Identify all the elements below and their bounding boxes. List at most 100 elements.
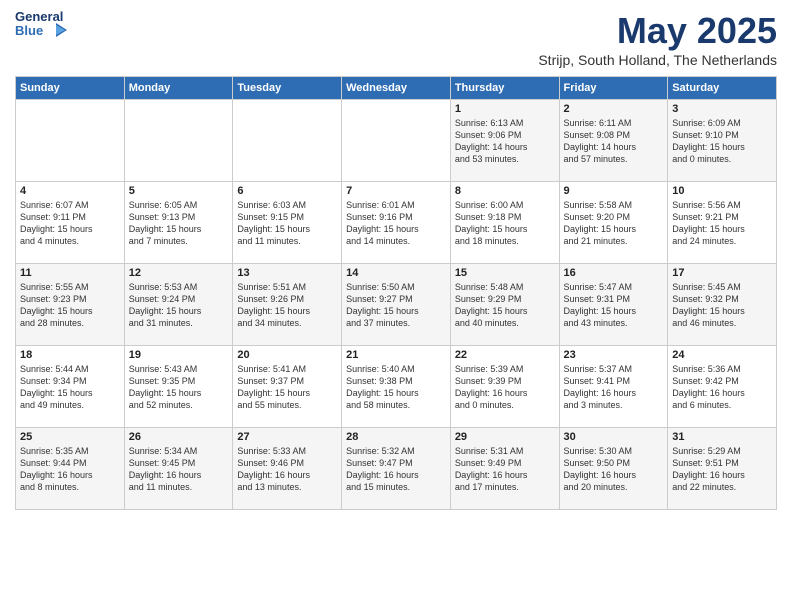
day-number: 11 <box>20 267 120 279</box>
day-info: Sunrise: 5:56 AM Sunset: 9:21 PM Dayligh… <box>672 199 772 248</box>
calendar-table: SundayMondayTuesdayWednesdayThursdayFrid… <box>15 76 777 510</box>
day-info: Sunrise: 5:51 AM Sunset: 9:26 PM Dayligh… <box>237 281 337 330</box>
day-info: Sunrise: 6:03 AM Sunset: 9:15 PM Dayligh… <box>237 199 337 248</box>
calendar-cell: 5Sunrise: 6:05 AM Sunset: 9:13 PM Daylig… <box>124 182 233 264</box>
day-info: Sunrise: 5:29 AM Sunset: 9:51 PM Dayligh… <box>672 445 772 494</box>
day-info: Sunrise: 5:34 AM Sunset: 9:45 PM Dayligh… <box>129 445 229 494</box>
calendar-cell: 2Sunrise: 6:11 AM Sunset: 9:08 PM Daylig… <box>559 100 668 182</box>
day-number: 28 <box>346 431 446 443</box>
location-label: Strijp, South Holland, The Netherlands <box>538 52 777 68</box>
day-number: 4 <box>20 185 120 197</box>
day-number: 18 <box>20 349 120 361</box>
day-info: Sunrise: 6:01 AM Sunset: 9:16 PM Dayligh… <box>346 199 446 248</box>
calendar-cell: 31Sunrise: 5:29 AM Sunset: 9:51 PM Dayli… <box>668 428 777 510</box>
calendar-week-row: 18Sunrise: 5:44 AM Sunset: 9:34 PM Dayli… <box>16 346 777 428</box>
calendar-cell: 14Sunrise: 5:50 AM Sunset: 9:27 PM Dayli… <box>342 264 451 346</box>
calendar-cell: 8 Sunrise: 6:00 AM Sunset: 9:18 PM Daylig… <box>450 182 559 264</box>
calendar-week-row: 11 Sunrise: 5:55 AM Sunset: 9:23 PM Dayli… <box>16 264 777 346</box>
calendar-cell: 22 Sunrise: 5:39 AM Sunset: 9:39 PM Dayli… <box>450 346 559 428</box>
calendar-cell: 29 Sunrise: 5:31 AM Sunset: 9:49 PM Dayli… <box>450 428 559 510</box>
day-number: 22 <box>455 349 555 361</box>
calendar-cell: 16 Sunrise: 5:47 AM Sunset: 9:31 PM Dayli… <box>559 264 668 346</box>
day-info: Sunrise: 5:53 AM Sunset: 9:24 PM Dayligh… <box>129 281 229 330</box>
day-info: Sunrise: 6:13 AM Sunset: 9:06 PM Dayligh… <box>455 117 555 166</box>
day-info: Sunrise: 6:09 AM Sunset: 9:10 PM Dayligh… <box>672 117 772 166</box>
day-number: 30 <box>564 431 664 443</box>
day-info: Sunrise: 5:41 AM Sunset: 9:37 PM Dayligh… <box>237 363 337 412</box>
calendar-cell: 4 Sunrise: 6:07 AM Sunset: 9:11 PM Daylig… <box>16 182 125 264</box>
header-day-saturday: Saturday <box>668 77 777 100</box>
logo-general-text: General <box>15 10 63 23</box>
day-number: 24 <box>672 349 772 361</box>
day-number: 10 <box>672 185 772 197</box>
calendar-week-row: 25 Sunrise: 5:35 AM Sunset: 9:44 PM Dayli… <box>16 428 777 510</box>
calendar-cell: 24 Sunrise: 5:36 AM Sunset: 9:42 PM Dayli… <box>668 346 777 428</box>
day-number: 23 <box>564 349 664 361</box>
day-info: Sunrise: 5:50 AM Sunset: 9:27 PM Dayligh… <box>346 281 446 330</box>
calendar-week-row: 4 Sunrise: 6:07 AM Sunset: 9:11 PM Daylig… <box>16 182 777 264</box>
day-number: 15 <box>455 267 555 279</box>
logo-flag-icon <box>45 23 67 37</box>
calendar-cell <box>233 100 342 182</box>
month-title: May 2025 <box>538 10 777 52</box>
calendar-cell: 18Sunrise: 5:44 AM Sunset: 9:34 PM Dayli… <box>16 346 125 428</box>
day-number: 25 <box>20 431 120 443</box>
day-info: Sunrise: 5:55 AM Sunset: 9:23 PM Dayligh… <box>20 281 120 330</box>
logo: General Blue <box>15 10 67 37</box>
day-info: Sunrise: 5:40 AM Sunset: 9:38 PM Dayligh… <box>346 363 446 412</box>
calendar-cell: 15 Sunrise: 5:48 AM Sunset: 9:29 PM Dayli… <box>450 264 559 346</box>
calendar-cell: 28Sunrise: 5:32 AM Sunset: 9:47 PM Dayli… <box>342 428 451 510</box>
day-info: Sunrise: 5:31 AM Sunset: 9:49 PM Dayligh… <box>455 445 555 494</box>
calendar-cell: 27 Sunrise: 5:33 AM Sunset: 9:46 PM Dayli… <box>233 428 342 510</box>
calendar-cell: 17 Sunrise: 5:45 AM Sunset: 9:32 PM Dayli… <box>668 264 777 346</box>
calendar-cell: 12 Sunrise: 5:53 AM Sunset: 9:24 PM Dayli… <box>124 264 233 346</box>
day-number: 8 <box>455 185 555 197</box>
day-number: 5 <box>129 185 229 197</box>
calendar-cell: 23 Sunrise: 5:37 AM Sunset: 9:41 PM Dayli… <box>559 346 668 428</box>
calendar-cell: 9 Sunrise: 5:58 AM Sunset: 9:20 PM Daylig… <box>559 182 668 264</box>
day-info: Sunrise: 6:00 AM Sunset: 9:18 PM Dayligh… <box>455 199 555 248</box>
day-number: 29 <box>455 431 555 443</box>
day-info: Sunrise: 5:36 AM Sunset: 9:42 PM Dayligh… <box>672 363 772 412</box>
day-number: 1 <box>455 103 555 115</box>
day-number: 19 <box>129 349 229 361</box>
day-info: Sunrise: 5:45 AM Sunset: 9:32 PM Dayligh… <box>672 281 772 330</box>
day-number: 17 <box>672 267 772 279</box>
calendar-cell <box>16 100 125 182</box>
day-number: 7 <box>346 185 446 197</box>
day-info: Sunrise: 5:47 AM Sunset: 9:31 PM Dayligh… <box>564 281 664 330</box>
day-number: 27 <box>237 431 337 443</box>
calendar-cell: 1 Sunrise: 6:13 AM Sunset: 9:06 PM Daylig… <box>450 100 559 182</box>
calendar-cell <box>124 100 233 182</box>
calendar-cell: 3 Sunrise: 6:09 AM Sunset: 9:10 PM Daylig… <box>668 100 777 182</box>
day-number: 9 <box>564 185 664 197</box>
calendar-header: SundayMondayTuesdayWednesdayThursdayFrid… <box>16 77 777 100</box>
calendar-cell: 13 Sunrise: 5:51 AM Sunset: 9:26 PM Dayli… <box>233 264 342 346</box>
calendar-cell: 19 Sunrise: 5:43 AM Sunset: 9:35 PM Dayli… <box>124 346 233 428</box>
header-day-wednesday: Wednesday <box>342 77 451 100</box>
calendar-cell: 20Sunrise: 5:41 AM Sunset: 9:37 PM Dayli… <box>233 346 342 428</box>
day-info: Sunrise: 6:07 AM Sunset: 9:11 PM Dayligh… <box>20 199 120 248</box>
day-number: 3 <box>672 103 772 115</box>
day-info: Sunrise: 5:33 AM Sunset: 9:46 PM Dayligh… <box>237 445 337 494</box>
header-day-sunday: Sunday <box>16 77 125 100</box>
day-info: Sunrise: 5:58 AM Sunset: 9:20 PM Dayligh… <box>564 199 664 248</box>
header-day-friday: Friday <box>559 77 668 100</box>
day-info: Sunrise: 5:37 AM Sunset: 9:41 PM Dayligh… <box>564 363 664 412</box>
calendar-cell: 26Sunrise: 5:34 AM Sunset: 9:45 PM Dayli… <box>124 428 233 510</box>
calendar-cell: 10 Sunrise: 5:56 AM Sunset: 9:21 PM Dayli… <box>668 182 777 264</box>
day-number: 13 <box>237 267 337 279</box>
day-info: Sunrise: 5:39 AM Sunset: 9:39 PM Dayligh… <box>455 363 555 412</box>
day-info: Sunrise: 5:35 AM Sunset: 9:44 PM Dayligh… <box>20 445 120 494</box>
logo-icon: General Blue <box>15 10 67 37</box>
day-info: Sunrise: 5:48 AM Sunset: 9:29 PM Dayligh… <box>455 281 555 330</box>
day-info: Sunrise: 5:30 AM Sunset: 9:50 PM Dayligh… <box>564 445 664 494</box>
calendar-cell: 21Sunrise: 5:40 AM Sunset: 9:38 PM Dayli… <box>342 346 451 428</box>
calendar-cell: 7 Sunrise: 6:01 AM Sunset: 9:16 PM Daylig… <box>342 182 451 264</box>
title-block: May 2025 Strijp, South Holland, The Neth… <box>538 10 777 68</box>
day-info: Sunrise: 5:43 AM Sunset: 9:35 PM Dayligh… <box>129 363 229 412</box>
day-number: 16 <box>564 267 664 279</box>
calendar-cell: 6Sunrise: 6:03 AM Sunset: 9:15 PM Daylig… <box>233 182 342 264</box>
calendar-cell: 11 Sunrise: 5:55 AM Sunset: 9:23 PM Dayli… <box>16 264 125 346</box>
day-number: 12 <box>129 267 229 279</box>
